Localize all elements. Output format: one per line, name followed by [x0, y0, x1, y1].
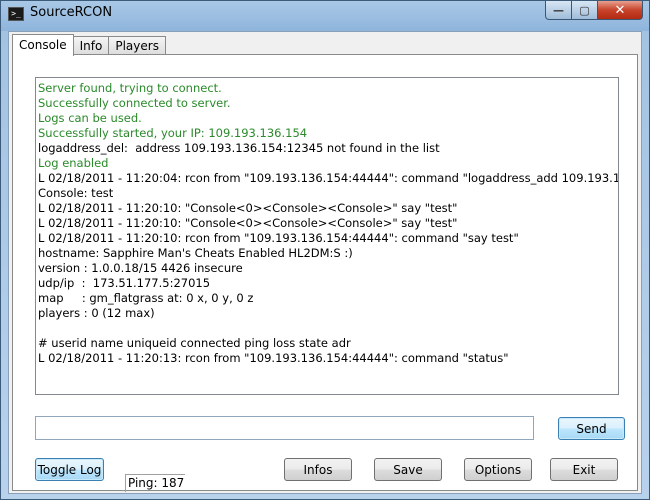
console-line: hostname: Sapphire Man's Cheats Enabled … [38, 246, 353, 260]
console-line: map : gm_flatgrass at: 0 x, 0 y, 0 z [38, 291, 254, 305]
tab-players[interactable]: Players [108, 36, 166, 55]
console-line: Successfully connected to server. [38, 96, 231, 110]
tab-console[interactable]: Console [12, 34, 74, 56]
window-title: SourceRCON [30, 5, 113, 20]
console-line: Successfully started, your IP: 109.193.1… [38, 126, 308, 140]
tab-strip: Console Info Players [12, 34, 166, 56]
exit-button[interactable]: Exit [550, 458, 618, 481]
console-line: L 02/18/2011 - 11:20:10: "Console<0><Con… [38, 216, 458, 230]
infos-button[interactable]: Infos [284, 458, 352, 481]
minimize-button[interactable]: — [545, 1, 572, 20]
console-line: players : 0 (12 max) [38, 306, 155, 320]
console-line: L 02/18/2011 - 11:20:10: rcon from "109.… [38, 231, 519, 245]
console-line: Log enabled [38, 156, 109, 170]
minimize-icon: — [553, 3, 564, 17]
ping-display: Ping: 187 [125, 474, 185, 492]
save-button[interactable]: Save [374, 458, 442, 481]
app-window: >_ SourceRCON — ▢ ✕ Console Info Players… [0, 0, 650, 500]
console-line: L 02/18/2011 - 11:20:04: rcon from "109.… [38, 171, 618, 185]
console-app-icon[interactable]: >_ [8, 7, 24, 21]
send-button[interactable]: Send [558, 417, 625, 440]
console-line: L 02/18/2011 - 11:20:13: rcon from "109.… [38, 351, 509, 365]
console-line: Console: test [38, 186, 114, 200]
maximize-icon: ▢ [579, 3, 590, 17]
options-button[interactable]: Options [464, 458, 532, 481]
console-line: # userid name uniqueid connected ping lo… [38, 336, 351, 350]
tab-info[interactable]: Info [72, 36, 110, 55]
console-tab-panel: Server found, trying to connect. Successf… [12, 54, 638, 492]
close-icon: ✕ [614, 2, 626, 18]
console-line: udp/ip : 173.51.177.5:27015 [38, 276, 211, 290]
toggle-log-button[interactable]: Toggle Log [35, 458, 104, 481]
console-line: Server found, trying to connect. [38, 81, 222, 95]
console-line: Logs can be used. [38, 111, 142, 125]
title-bar[interactable]: >_ SourceRCON — ▢ ✕ [1, 1, 649, 29]
console-line: L 02/18/2011 - 11:20:10: "Console<0><Con… [38, 201, 458, 215]
client-area: Console Info Players Server found, tryin… [8, 31, 642, 494]
console-line: version : 1.0.0.18/15 4426 insecure [38, 261, 243, 275]
window-controls: — ▢ ✕ [545, 1, 643, 21]
console-output[interactable]: Server found, trying to connect. Successf… [35, 77, 619, 395]
command-input[interactable] [35, 416, 534, 440]
maximize-button[interactable]: ▢ [572, 1, 598, 20]
console-line: logaddress_del: address 109.193.136.154:… [38, 141, 440, 155]
close-button[interactable]: ✕ [598, 1, 643, 20]
